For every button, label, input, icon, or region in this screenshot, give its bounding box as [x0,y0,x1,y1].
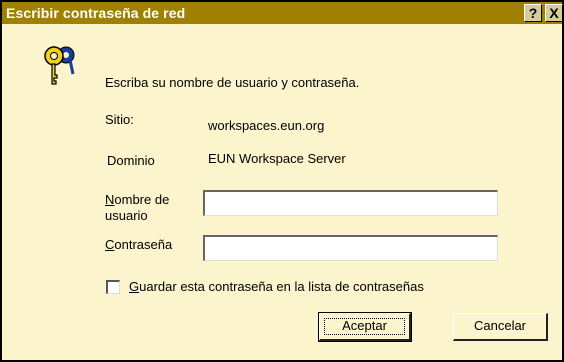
window-title: Escribir contraseña de red [6,5,186,21]
save-password-label[interactable]: Guardar esta contraseña en la lista de c… [129,279,424,294]
password-dialog: Escribir contraseña de red ? X Escriba s… [0,0,564,362]
username-label-rest: ombre de [114,192,170,207]
password-label-accel: C [105,237,115,252]
domain-label: Dominio [107,153,155,168]
ok-button[interactable]: Aceptar [318,312,412,342]
password-label: Contraseña [105,237,172,252]
cancel-button[interactable]: Cancelar [453,313,548,341]
username-input[interactable] [203,190,498,216]
username-label-line2: usuario [105,208,148,223]
title-bar[interactable]: Escribir contraseña de red ? X [2,2,563,24]
help-button[interactable]: ? [524,4,542,22]
password-label-rest: ontraseña [114,237,173,252]
username-label-accel: N [105,192,115,207]
save-password-label-rest: uardar esta contraseña en la lista de co… [139,279,424,294]
ok-button-label: Aceptar [342,318,387,333]
password-input[interactable] [203,235,498,261]
save-password-checkbox[interactable] [106,280,120,294]
domain-value: EUN Workspace Server [208,151,346,166]
keys-icon [44,46,75,85]
username-label: Nombre de usuario [105,192,169,224]
site-value: workspaces.eun.org [208,118,325,133]
dialog-content: Escriba su nombre de usuario y contraseñ… [2,24,562,360]
site-label: Sitio: [105,112,134,127]
close-button[interactable]: X [545,4,563,22]
dialog-prompt: Escriba su nombre de usuario y contraseñ… [105,75,360,90]
save-password-accel: G [129,279,140,294]
